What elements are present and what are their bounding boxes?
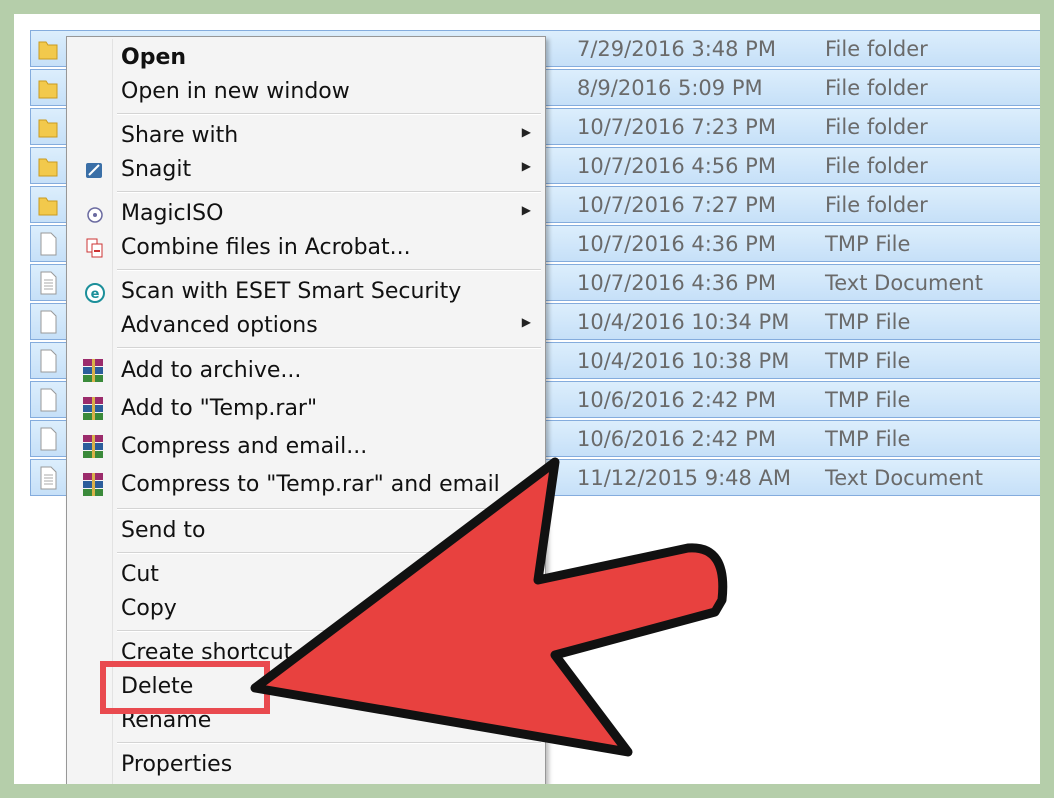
pointer-arrow-annotation: [250, 457, 728, 757]
red-arrow-shape: [250, 457, 728, 757]
